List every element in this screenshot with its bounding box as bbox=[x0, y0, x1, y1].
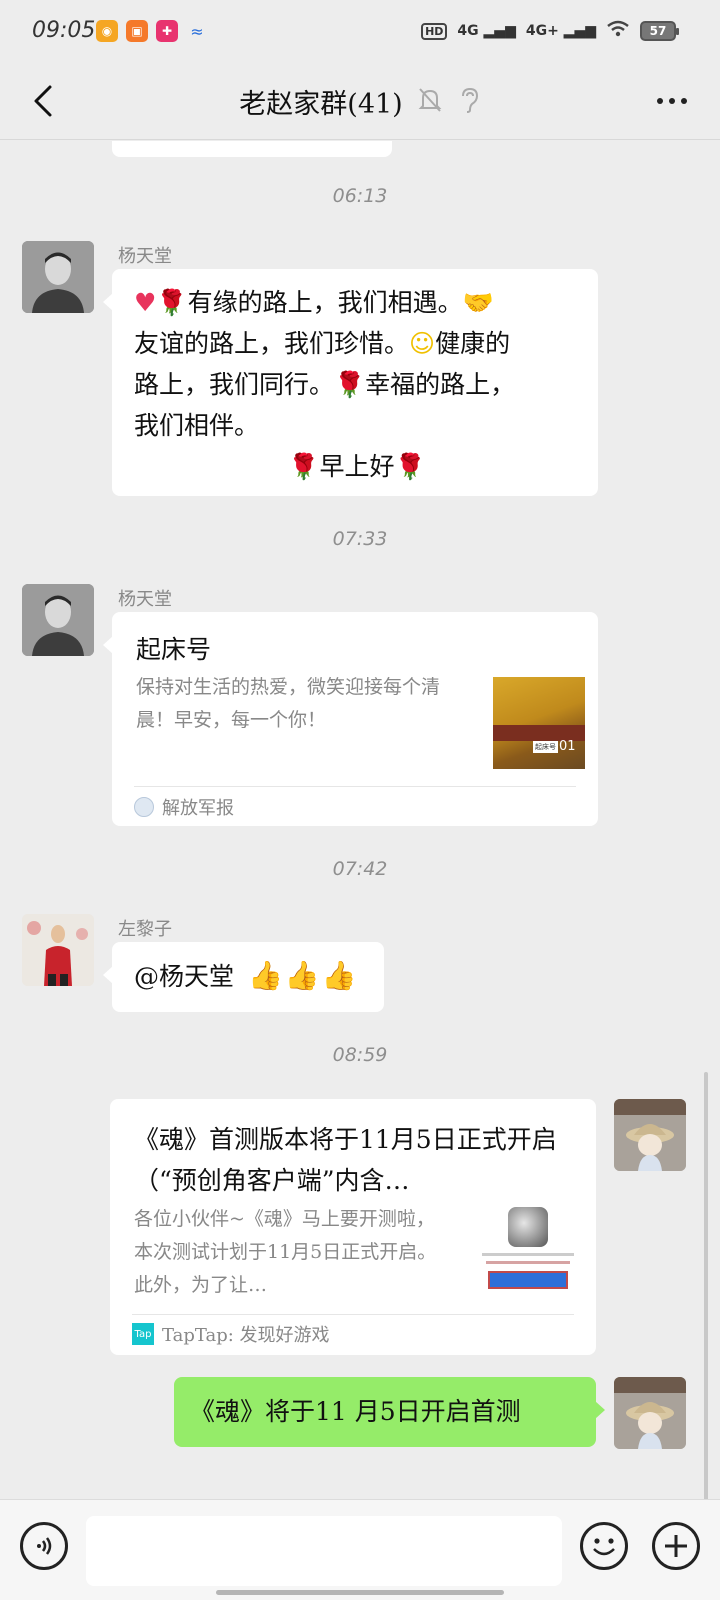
more-options-button[interactable] bbox=[650, 86, 694, 116]
notification-icons: ◉ ▣ ✚ ≈ bbox=[96, 20, 208, 42]
card-thumbnail: 起床号 01 bbox=[493, 677, 585, 769]
game-logo-icon bbox=[508, 1207, 548, 1247]
text-segment: 健康的 bbox=[435, 329, 511, 358]
card-source: 解放军报 bbox=[134, 794, 234, 820]
source-name: 解放军报 bbox=[162, 798, 234, 819]
card-title: 《魂》首测版本将于11月5日正式开启（“预创角客户端”内含… bbox=[134, 1125, 557, 1195]
link-card[interactable]: 起床号 保持对生活的热爱，微笑迎接每个清晨！早安，每一个你！ 起床号 01 解放… bbox=[103, 612, 598, 826]
smiley-icon bbox=[593, 1538, 615, 1556]
divider bbox=[134, 786, 576, 787]
link-card[interactable]: 《魂》首测版本将于11月5日正式开启（“预创角客户端”内含… 各位小伙伴~《魂》… bbox=[110, 1099, 596, 1355]
thumbnail-button bbox=[488, 1271, 568, 1289]
thumbnail-caption: 起床号 bbox=[533, 741, 558, 753]
smile-icon: ☺ bbox=[409, 329, 436, 358]
timestamp: 08:59 bbox=[332, 1044, 388, 1066]
chat-header: 老赵家群(41) bbox=[0, 64, 720, 140]
wifi-icon bbox=[606, 20, 630, 42]
status-bar: 09:05 ◉ ▣ ✚ ≈ HD 4G ▂▄▆ 4G+ ▂▄▆ 57 bbox=[0, 0, 720, 64]
hd-icon: HD bbox=[421, 22, 448, 40]
plus-icon bbox=[665, 1535, 687, 1557]
message-input[interactable] bbox=[86, 1516, 562, 1586]
message-bubble-self[interactable]: 《魂》将于11 月5日开启首测 bbox=[174, 1377, 605, 1447]
voice-icon bbox=[37, 1537, 52, 1555]
timestamp: 07:42 bbox=[332, 858, 388, 880]
rose-icon: 🌹 bbox=[156, 288, 188, 317]
message-text: ♥🌹有缘的路上，我们相遇。🤝 友谊的路上，我们珍惜。☺健康的 路上，我们同行。🌹… bbox=[134, 282, 580, 487]
previous-message-bubble bbox=[112, 141, 392, 157]
status-right: HD 4G ▂▄▆ 4G+ ▂▄▆ 57 bbox=[421, 20, 679, 42]
sender-name: 左黎子 bbox=[118, 919, 172, 940]
card-thumbnail bbox=[482, 1207, 574, 1293]
sender-name: 杨天堂 bbox=[118, 589, 172, 610]
taptap-logo-icon: Tap bbox=[132, 1323, 154, 1345]
avatar[interactable] bbox=[22, 914, 94, 986]
scrollbar[interactable] bbox=[704, 1072, 708, 1502]
timestamp: 07:33 bbox=[332, 528, 388, 550]
thumbs-up-icon: 👍👍👍 bbox=[248, 959, 359, 992]
earpiece-icon bbox=[457, 86, 481, 118]
text-segment: 早上好 bbox=[319, 452, 395, 481]
card-description: 各位小伙伴~《魂》马上要开测啦，本次测试计划于11月5日正式开启。此外，为了让… bbox=[134, 1208, 437, 1296]
greeting-line: 🌹早上好🌹 bbox=[134, 446, 580, 487]
rose-icon: 🌹 bbox=[334, 370, 366, 399]
home-indicator[interactable] bbox=[216, 1590, 504, 1595]
card-source: Tap TapTap: 发现好游戏 bbox=[132, 1321, 330, 1347]
text-segment: 我们相伴。 bbox=[134, 411, 260, 440]
rose-icon: 🌹 bbox=[288, 452, 320, 481]
dot-icon bbox=[657, 98, 663, 104]
timestamp: 06:13 bbox=[332, 185, 388, 207]
app-icon: ▣ bbox=[126, 20, 148, 42]
weibo-icon: ◉ bbox=[96, 20, 118, 42]
dot-icon bbox=[669, 98, 675, 104]
divider bbox=[132, 1314, 574, 1315]
avatar-self[interactable] bbox=[614, 1377, 686, 1449]
text-segment: 幸福的路上， bbox=[365, 370, 516, 399]
card-description: 保持对生活的热爱，微笑迎接每个清晨！早安，每一个你！ bbox=[136, 676, 441, 731]
signal-icon-1: 4G ▂▄▆ bbox=[457, 23, 516, 39]
newspaper-logo-icon bbox=[134, 797, 154, 817]
message-bubble[interactable]: @杨天堂 👍👍👍 bbox=[103, 942, 384, 1012]
status-time: 09:05 bbox=[32, 18, 96, 43]
rose-icon: 🌹 bbox=[394, 452, 426, 481]
pinduoduo-icon: ✚ bbox=[156, 20, 178, 42]
input-bar bbox=[0, 1499, 720, 1600]
message-list[interactable]: 06:13 杨天堂 ♥🌹有缘的路上，我们相遇。🤝 友谊的路上，我们珍惜。☺健康的… bbox=[0, 141, 720, 1499]
dot-icon bbox=[681, 98, 687, 104]
sender-name: 杨天堂 bbox=[118, 246, 172, 267]
text-segment: 有缘的路上，我们相遇。 bbox=[187, 288, 463, 317]
title-group: 老赵家群(41) bbox=[0, 82, 720, 121]
handshake-icon: 🤝 bbox=[462, 288, 494, 317]
message-bubble[interactable]: ♥🌹有缘的路上，我们相遇。🤝 友谊的路上，我们珍惜。☺健康的 路上，我们同行。🌹… bbox=[103, 269, 598, 496]
avatar[interactable] bbox=[22, 241, 94, 313]
mute-bell-icon bbox=[417, 86, 443, 118]
page-title: 老赵家群(41) bbox=[239, 89, 403, 120]
source-name: TapTap: 发现好游戏 bbox=[162, 1325, 330, 1346]
message-text: 《魂》将于11 月5日开启首测 bbox=[190, 1397, 521, 1426]
cloud-icon: ≈ bbox=[190, 21, 204, 41]
avatar[interactable] bbox=[22, 584, 94, 656]
heart-icon: ♥ bbox=[134, 288, 157, 317]
battery-icon: 57 bbox=[640, 21, 679, 41]
text-segment: 友谊的路上，我们珍惜。 bbox=[134, 329, 410, 358]
card-title: 起床号 bbox=[136, 635, 212, 664]
emoji-button[interactable] bbox=[580, 1522, 628, 1570]
message-text: @杨天堂 bbox=[134, 962, 235, 991]
avatar-self[interactable] bbox=[614, 1099, 686, 1171]
signal-icon-2: 4G+ ▂▄▆ bbox=[525, 23, 596, 39]
text-segment: 路上，我们同行。 bbox=[134, 370, 335, 399]
voice-input-button[interactable] bbox=[20, 1522, 68, 1570]
more-actions-button[interactable] bbox=[652, 1522, 700, 1570]
thumbnail-number: 01 bbox=[559, 739, 576, 754]
